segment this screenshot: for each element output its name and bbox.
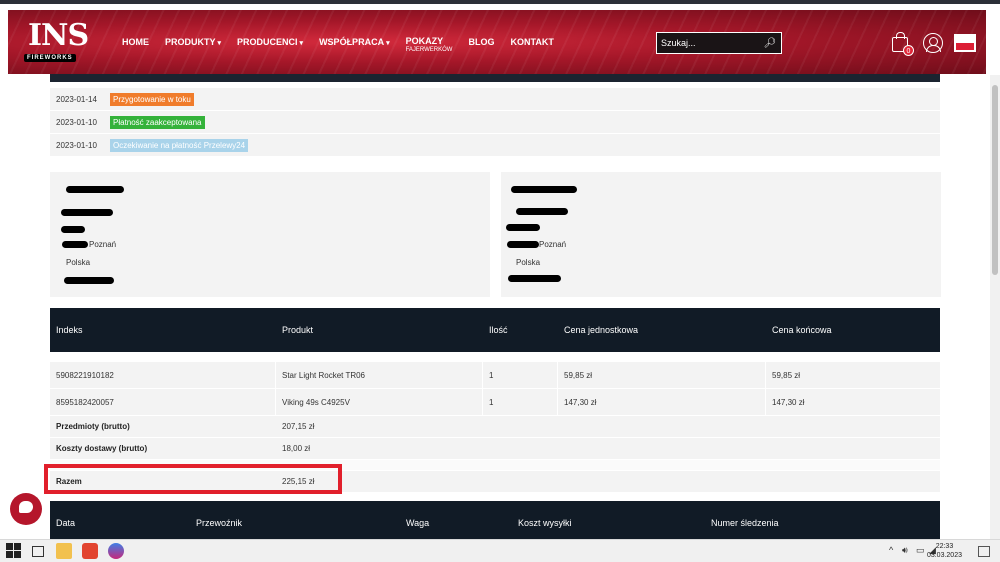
- delivery-address-card: Poznań Polska: [50, 172, 490, 297]
- redacted-text: [508, 275, 561, 282]
- column-header: Przewoźnik: [196, 518, 243, 528]
- logo-subtext: FIREWORKS: [24, 54, 76, 62]
- redacted-text: [61, 226, 85, 233]
- nav-producenci[interactable]: PRODUCENCI ▾: [237, 37, 303, 47]
- nav-blog[interactable]: BLOG: [468, 37, 494, 47]
- status-date: 2023-01-14: [56, 94, 97, 104]
- product-name[interactable]: Viking 49s C4925V: [276, 388, 483, 416]
- task-view-icon[interactable]: [32, 546, 44, 557]
- order-header-bar: [50, 74, 940, 82]
- product-index: 5908221910182: [50, 361, 276, 389]
- tray-chevron-icon[interactable]: ^: [889, 545, 893, 555]
- status-date: 2023-01-10: [56, 117, 97, 127]
- product-quantity: 1: [483, 361, 558, 389]
- notifications-icon[interactable]: [978, 546, 990, 557]
- chevron-down-icon: ▾: [217, 40, 222, 47]
- cart-count-badge: 0: [903, 45, 914, 56]
- product-index: 8595182420057: [50, 388, 276, 416]
- summary-items-row: Przedmioty (brutto) 207,15 zł: [50, 416, 940, 438]
- product-name[interactable]: Star Light Rocket TR06: [276, 361, 483, 389]
- volume-icon[interactable]: 🔊︎: [902, 545, 908, 556]
- product-total-price: 147,30 zł: [772, 397, 805, 407]
- redacted-text: [511, 186, 577, 193]
- order-status-history: 2023-01-14 Przygotowanie w toku 2023-01-…: [50, 88, 940, 157]
- app-icon[interactable]: [108, 543, 124, 559]
- page-scrollbar[interactable]: [990, 75, 1000, 539]
- total-highlight-box: [44, 464, 342, 494]
- address-country: Polska: [516, 258, 541, 267]
- table-row: 8595182420057 Viking 49s C4925V 1 147,30…: [50, 388, 940, 416]
- redacted-text: [64, 277, 114, 284]
- invoice-address-card: Poznań Polska: [501, 172, 941, 297]
- shipping-table-header: Data Przewoźnik Waga Koszt wysyłki Numer…: [50, 501, 940, 539]
- summary-value: 18,00 zł: [282, 444, 311, 453]
- address-city: Poznań: [89, 240, 117, 249]
- status-row: 2023-01-10 Oczekiwanie na płatność Przel…: [50, 134, 940, 157]
- chevron-down-icon: ▾: [386, 40, 390, 47]
- user-account-icon[interactable]: [923, 33, 943, 53]
- nav-produkty[interactable]: PRODUKTY ▾: [165, 37, 221, 47]
- product-quantity: 1: [483, 388, 558, 416]
- status-row: 2023-01-14 Przygotowanie w toku: [50, 88, 940, 111]
- chat-bubble-icon[interactable]: [10, 493, 42, 525]
- product-total-price: 59,85 zł: [772, 370, 801, 380]
- nav-home[interactable]: HOME: [122, 37, 149, 47]
- column-header: Koszt wysyłki: [518, 518, 572, 528]
- language-flag-icon[interactable]: [954, 34, 976, 52]
- brave-browser-icon[interactable]: [82, 543, 98, 559]
- nav-pokazy[interactable]: POKAZY FAJERWERKÓW: [406, 37, 453, 55]
- scrollbar-thumb[interactable]: [992, 85, 998, 275]
- file-explorer-icon[interactable]: [56, 543, 72, 559]
- browser-top-strip: [0, 0, 1000, 4]
- status-row: 2023-01-10 Płatność zaakceptowana: [50, 111, 940, 134]
- summary-label: Przedmioty (brutto): [56, 422, 130, 431]
- status-badge: Przygotowanie w toku: [110, 92, 194, 106]
- cart-button[interactable]: 0: [890, 32, 916, 56]
- column-header: Cena końcowa: [772, 325, 832, 335]
- redacted-text: [516, 208, 568, 215]
- search-icon[interactable]: 🔎︎: [761, 38, 779, 49]
- windows-start-icon[interactable]: [6, 543, 22, 559]
- redacted-text: [66, 186, 124, 193]
- main-nav: HOME PRODUKTY ▾ PRODUCENCI ▾ WSPÓŁPRACA ▾ P…: [122, 10, 570, 74]
- summary-shipping-row: Koszty dostawy (brutto) 18,00 zł: [50, 438, 940, 460]
- column-header: Indeks: [56, 325, 83, 335]
- system-clock[interactable]: 22:33 03.03.2023: [927, 542, 962, 560]
- column-header: Ilość: [489, 325, 508, 335]
- status-date: 2023-01-10: [56, 140, 97, 150]
- nav-wspolpraca[interactable]: WSPÓŁPRACA ▾: [319, 37, 390, 47]
- windows-taskbar: ^ 🔊︎ ▭ ◢ 22:33 03.03.2023: [0, 539, 1000, 562]
- redacted-text: [506, 224, 540, 231]
- status-badge: Płatność zaakceptowana: [110, 115, 205, 129]
- column-header: Data: [56, 518, 76, 528]
- site-header: INS FIREWORKS HOME PRODUKTY ▾ PRODUCENCI ▾…: [8, 10, 986, 74]
- redacted-text: [61, 209, 113, 216]
- column-header: Numer śledzenia: [711, 518, 779, 528]
- site-logo[interactable]: INS FIREWORKS: [22, 16, 89, 70]
- redacted-text: [507, 241, 539, 248]
- table-header: Indeks Produkt Ilość Cena jednostkowa Ce…: [50, 308, 940, 352]
- column-header: Waga: [406, 518, 430, 528]
- summary-label: Koszty dostawy (brutto): [56, 444, 148, 453]
- column-header: Produkt: [282, 325, 314, 335]
- search-box: 🔎︎: [656, 32, 782, 54]
- summary-value: 207,15 zł: [282, 422, 315, 431]
- table-row: 5908221910182 Star Light Rocket TR06 1 5…: [50, 361, 940, 389]
- redacted-text: [62, 241, 88, 248]
- product-unit-price: 147,30 zł: [558, 388, 766, 416]
- battery-icon[interactable]: ▭: [916, 545, 925, 556]
- product-unit-price: 59,85 zł: [558, 361, 766, 389]
- status-badge: Oczekiwanie na płatność Przelewy24: [110, 138, 249, 152]
- logo-text: INS: [28, 18, 89, 53]
- column-header: Cena jednostkowa: [564, 325, 639, 335]
- chevron-down-icon: ▾: [299, 40, 304, 47]
- nav-kontakt[interactable]: KONTAKT: [510, 37, 553, 47]
- address-country: Polska: [66, 258, 91, 267]
- address-city: Poznań: [539, 240, 567, 249]
- search-input[interactable]: [657, 34, 761, 52]
